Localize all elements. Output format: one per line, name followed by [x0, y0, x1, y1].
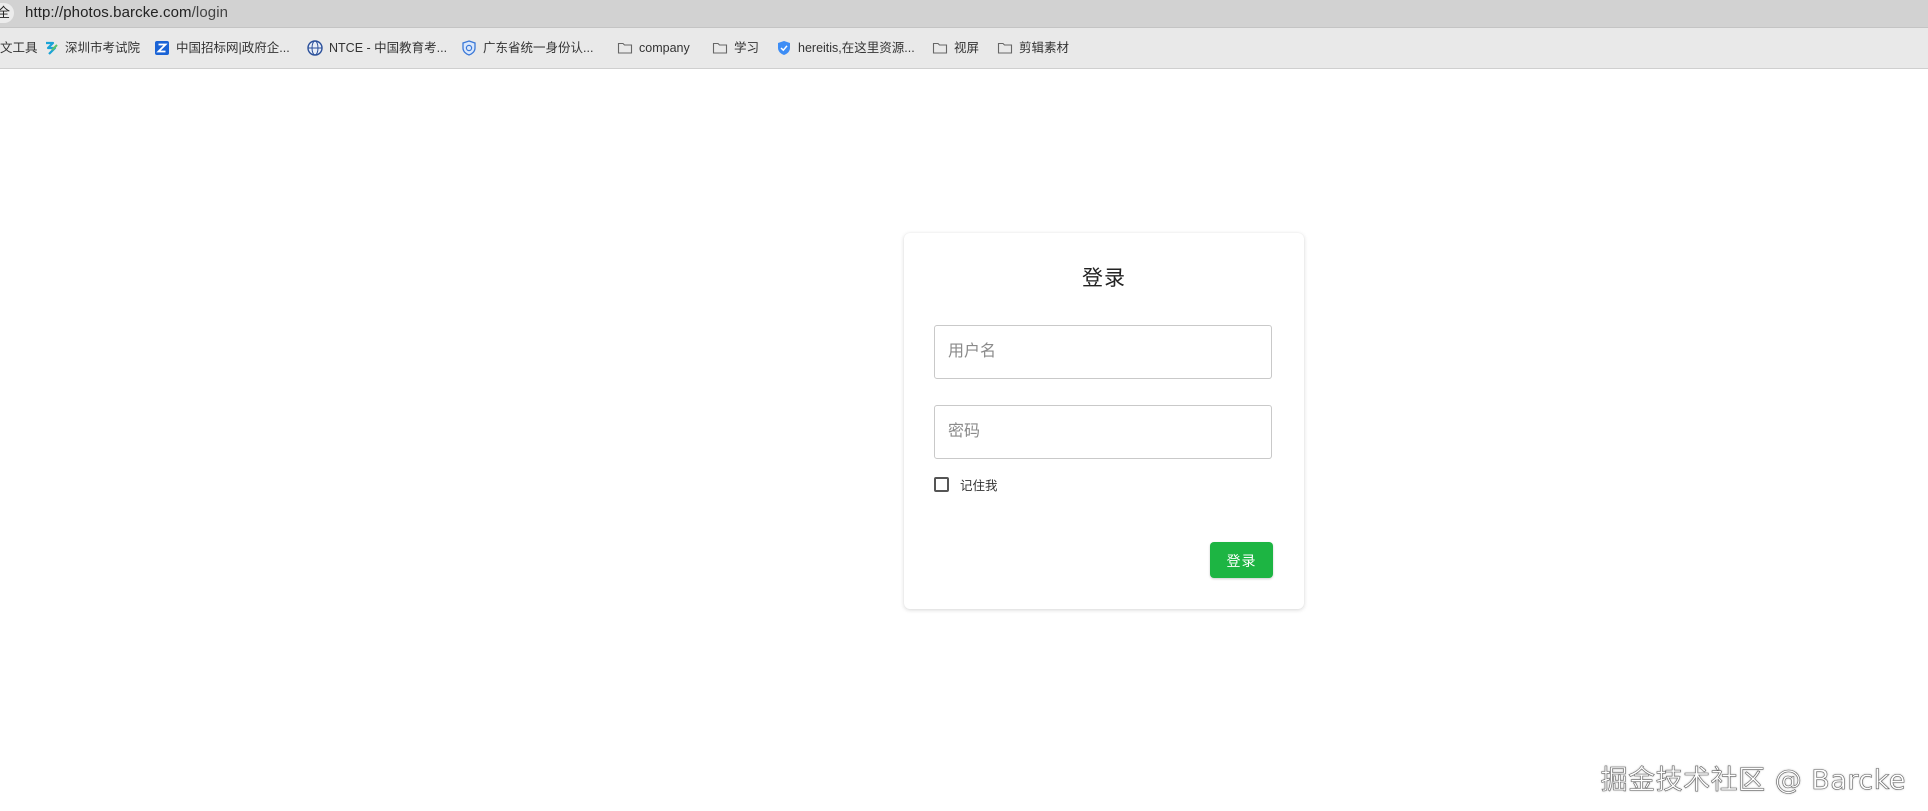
- bookmark-label: 视屏: [954, 41, 980, 55]
- shield-icon: [461, 40, 477, 56]
- login-card: 登录 记住我 登录: [904, 233, 1304, 609]
- bookmark-study[interactable]: 学习: [712, 28, 759, 68]
- zbw-icon: [154, 40, 170, 56]
- folder-icon: [932, 40, 948, 56]
- bookmark-label: 文工具: [0, 41, 38, 55]
- watermark: 掘金技术社区 @ Barcke: [1600, 765, 1906, 797]
- bookmark-video[interactable]: 视屏: [932, 28, 979, 68]
- bookmark-label: NTCE - 中国教育考...: [329, 41, 448, 55]
- username-field[interactable]: [934, 325, 1272, 379]
- bookmark-label: hereitis,在这里资源...: [798, 41, 915, 55]
- remember-me[interactable]: 记住我: [934, 472, 998, 496]
- bookmark-editing[interactable]: 剪辑素材: [997, 28, 1069, 68]
- password-input[interactable]: [935, 406, 1271, 458]
- bookmark-sz-exam[interactable]: 深圳市考试院: [43, 28, 140, 68]
- sz-exam-icon: [43, 40, 59, 56]
- bookmark-label: 剪辑素材: [1019, 41, 1070, 55]
- bookmark-label: 中国招标网|政府企...: [176, 41, 290, 55]
- password-field[interactable]: [934, 405, 1272, 459]
- url-host: http://photos.barcke.com: [25, 4, 192, 21]
- bookmark-zbw[interactable]: 中国招标网|政府企...: [154, 28, 290, 68]
- remember-checkbox[interactable]: [934, 476, 949, 492]
- login-title: 登录: [1082, 267, 1126, 290]
- globe-icon: [307, 40, 323, 56]
- url-path: /login: [191, 4, 229, 21]
- folder-icon: [617, 40, 633, 56]
- site-info-badge[interactable]: 全: [0, 3, 14, 23]
- bookmark-label: company: [639, 41, 690, 55]
- bookmark-company[interactable]: company: [617, 28, 690, 68]
- folder-icon: [712, 40, 728, 56]
- shield-blue-icon: [776, 40, 792, 56]
- bookmark-hereitis[interactable]: hereitis,在这里资源...: [776, 28, 915, 68]
- bookmarks-bar: 文工具 深圳市考试院 中国招标网|政府企... NTCE - 中国教育考... …: [0, 28, 1928, 69]
- username-input[interactable]: [935, 326, 1271, 378]
- remember-label: 记住我: [960, 478, 998, 493]
- bookmark-label: 学习: [734, 41, 760, 55]
- folder-icon: [997, 40, 1013, 56]
- address-bar[interactable]: 全 http://photos.barcke.com/login: [0, 0, 1928, 28]
- url-text[interactable]: http://photos.barcke.com/login: [25, 3, 228, 23]
- login-button[interactable]: 登录: [1210, 542, 1273, 578]
- bookmark-label: 深圳市考试院: [65, 41, 141, 55]
- bookmark-gd-id[interactable]: 广东省统一身份认...: [461, 28, 593, 68]
- bookmark-tools[interactable]: 文工具: [0, 28, 38, 68]
- bookmark-ntce[interactable]: NTCE - 中国教育考...: [307, 28, 447, 68]
- bookmark-label: 广东省统一身份认...: [483, 41, 594, 55]
